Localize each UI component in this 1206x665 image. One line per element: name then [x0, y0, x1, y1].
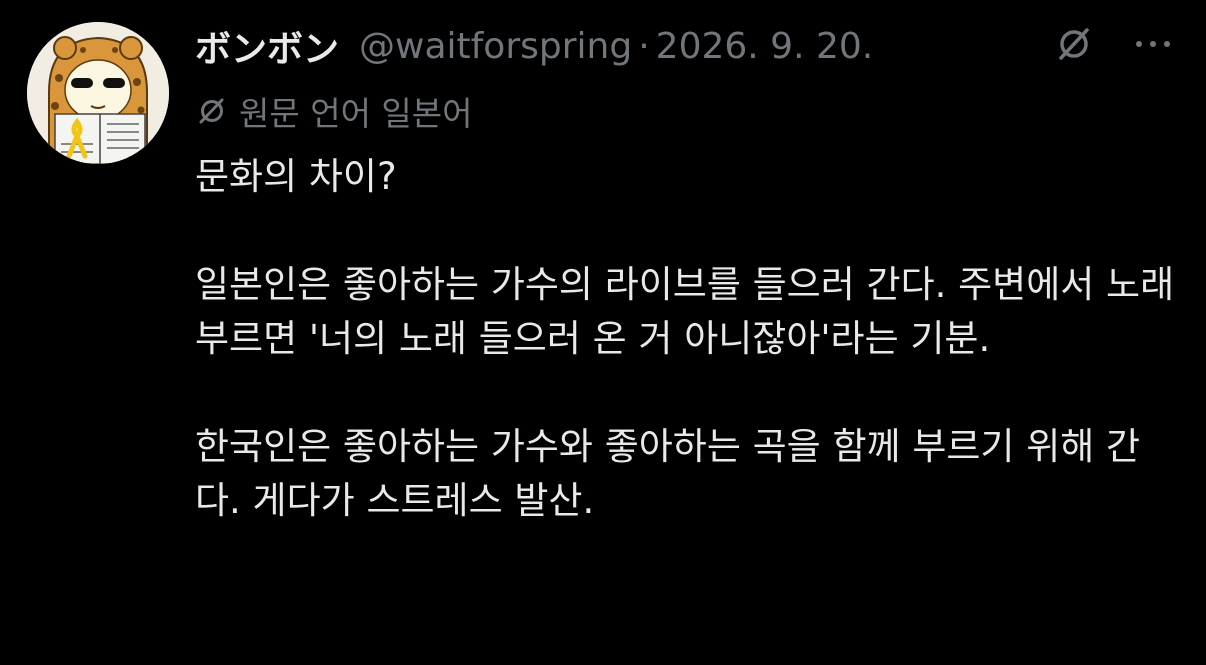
cartoon-avatar-icon — [27, 22, 169, 164]
author-handle[interactable]: @waitforspring — [359, 26, 632, 67]
translation-note-text: 원문 언어 일본어 — [239, 94, 473, 133]
post-header: ボンボン @waitforspring · 2026. 9. 20. — [195, 20, 873, 72]
separator-dot: · — [638, 25, 650, 67]
more-options-icon — [1136, 41, 1142, 47]
more-options-icon — [1164, 41, 1170, 47]
post-body: 문화의 차이? 일본인은 좋아하는 가수의 라이브를 들으러 간다. 주변에서 … — [195, 150, 1180, 528]
grok-button[interactable] — [1052, 22, 1096, 66]
more-options-icon — [1150, 41, 1156, 47]
post-text-paragraph: 일본인은 좋아하는 가수의 라이브를 들으러 간다. 주변에서 노래 부르면 '… — [195, 263, 1186, 360]
post-text-line: 문화의 차이? — [195, 155, 397, 198]
avatar[interactable] — [27, 22, 169, 164]
post-card: ボンボン @waitforspring · 2026. 9. 20. 원문 언어… — [0, 0, 1206, 665]
grok-translate-icon — [195, 94, 229, 128]
post-date[interactable]: 2026. 9. 20. — [656, 26, 874, 67]
author-display-name[interactable]: ボンボン — [195, 20, 339, 72]
post-text-paragraph: 한국인은 좋아하는 가수와 좋아하는 곡을 함께 부르기 위해 간다. 게다가 … — [195, 425, 1141, 522]
more-options-button[interactable] — [1128, 27, 1178, 61]
grok-icon — [1059, 28, 1089, 60]
translation-note[interactable]: 원문 언어 일본어 — [195, 88, 473, 134]
